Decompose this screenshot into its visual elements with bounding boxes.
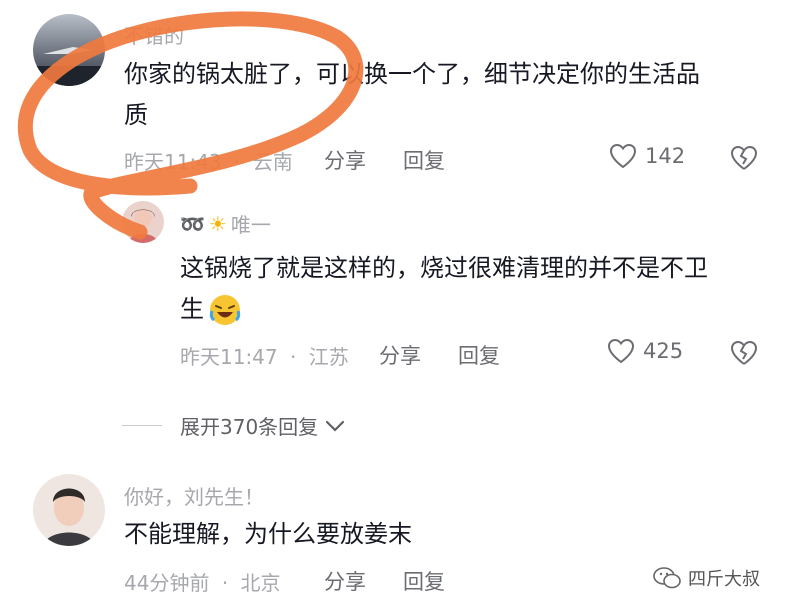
comment-time: 昨天11:43 [124,150,222,174]
comment-text-line: 不能理解，为什么要放姜末 [124,520,412,548]
comment-text-fragment: 生 [180,295,204,323]
avatar[interactable] [122,201,164,243]
heart-icon [609,143,637,169]
avatar[interactable] [33,474,105,546]
comment-time: 44分钟前 [124,571,210,595]
reply-button[interactable]: 回复 [403,145,445,175]
comment-text-line: 这锅烧了就是这样的，烧过很难清理的并不是不卫 [180,254,708,282]
broken-heart-icon [730,145,758,170]
comment-time: 昨天11:47 [180,345,278,369]
comment-text: 不能理解，为什么要放姜末 [124,514,764,555]
like-button[interactable]: 425 [607,338,683,364]
laughing-crying-emoji-icon [209,294,241,325]
comment-text-line: 质 [124,101,148,129]
avatar[interactable] [33,14,105,86]
share-button[interactable]: 分享 [324,145,366,175]
comment-meta: 昨天11:47 · 江苏 [180,341,349,370]
dislike-button[interactable] [730,340,758,370]
reply-button[interactable]: 回复 [458,340,500,370]
comment-location: 江苏 [308,345,349,369]
divider [122,425,162,426]
expand-replies-label: 展开370条回复 [180,415,319,439]
comment-meta: 44分钟前 · 北京 [124,567,281,596]
like-count: 425 [643,339,684,363]
broken-heart-icon [730,340,758,365]
share-button[interactable]: 分享 [324,566,366,596]
comment-location: 云南 [252,150,293,174]
snake-emoji-icon: ➿ [180,211,205,236]
meta-separator: · [290,345,297,369]
comment-username[interactable]: 不错的 [124,20,184,49]
share-button[interactable]: 分享 [379,340,421,370]
meta-separator: · [221,571,229,595]
comment-text: 你家的锅太脏了，可以换一个了，细节决定你的生活品 质 [124,54,784,136]
like-count: 142 [645,144,686,168]
chevron-down-icon [326,420,345,432]
comment-username[interactable]: 你好，刘先生！ [124,481,264,510]
heart-icon [607,338,635,364]
like-button[interactable]: 142 [609,143,685,169]
reply-button[interactable]: 回复 [403,566,445,596]
meta-separator: · [234,150,241,174]
comment-text-line: 你家的锅太脏了，可以换一个了，细节决定你的生活品 [124,60,700,88]
comment-text: 这锅烧了就是这样的，烧过很难清理的并不是不卫 生 [180,248,780,330]
watermark-text: 四斤大叔 [688,569,760,590]
wechat-icon [653,567,681,589]
sun-emoji-icon: ☀ [208,211,227,236]
dislike-button[interactable] [730,145,758,175]
comment-location: 北京 [240,571,281,595]
watermark: 四斤大叔 [652,565,760,591]
comment-username[interactable]: ➿ ☀ 唯一 [180,209,271,238]
comment-username-text: 唯一 [230,213,271,237]
expand-replies-button[interactable]: 展开370条回复 [122,411,346,440]
comment-meta: 昨天11:43 · 云南 [124,146,293,175]
comment-text-line: 生 [180,289,780,330]
